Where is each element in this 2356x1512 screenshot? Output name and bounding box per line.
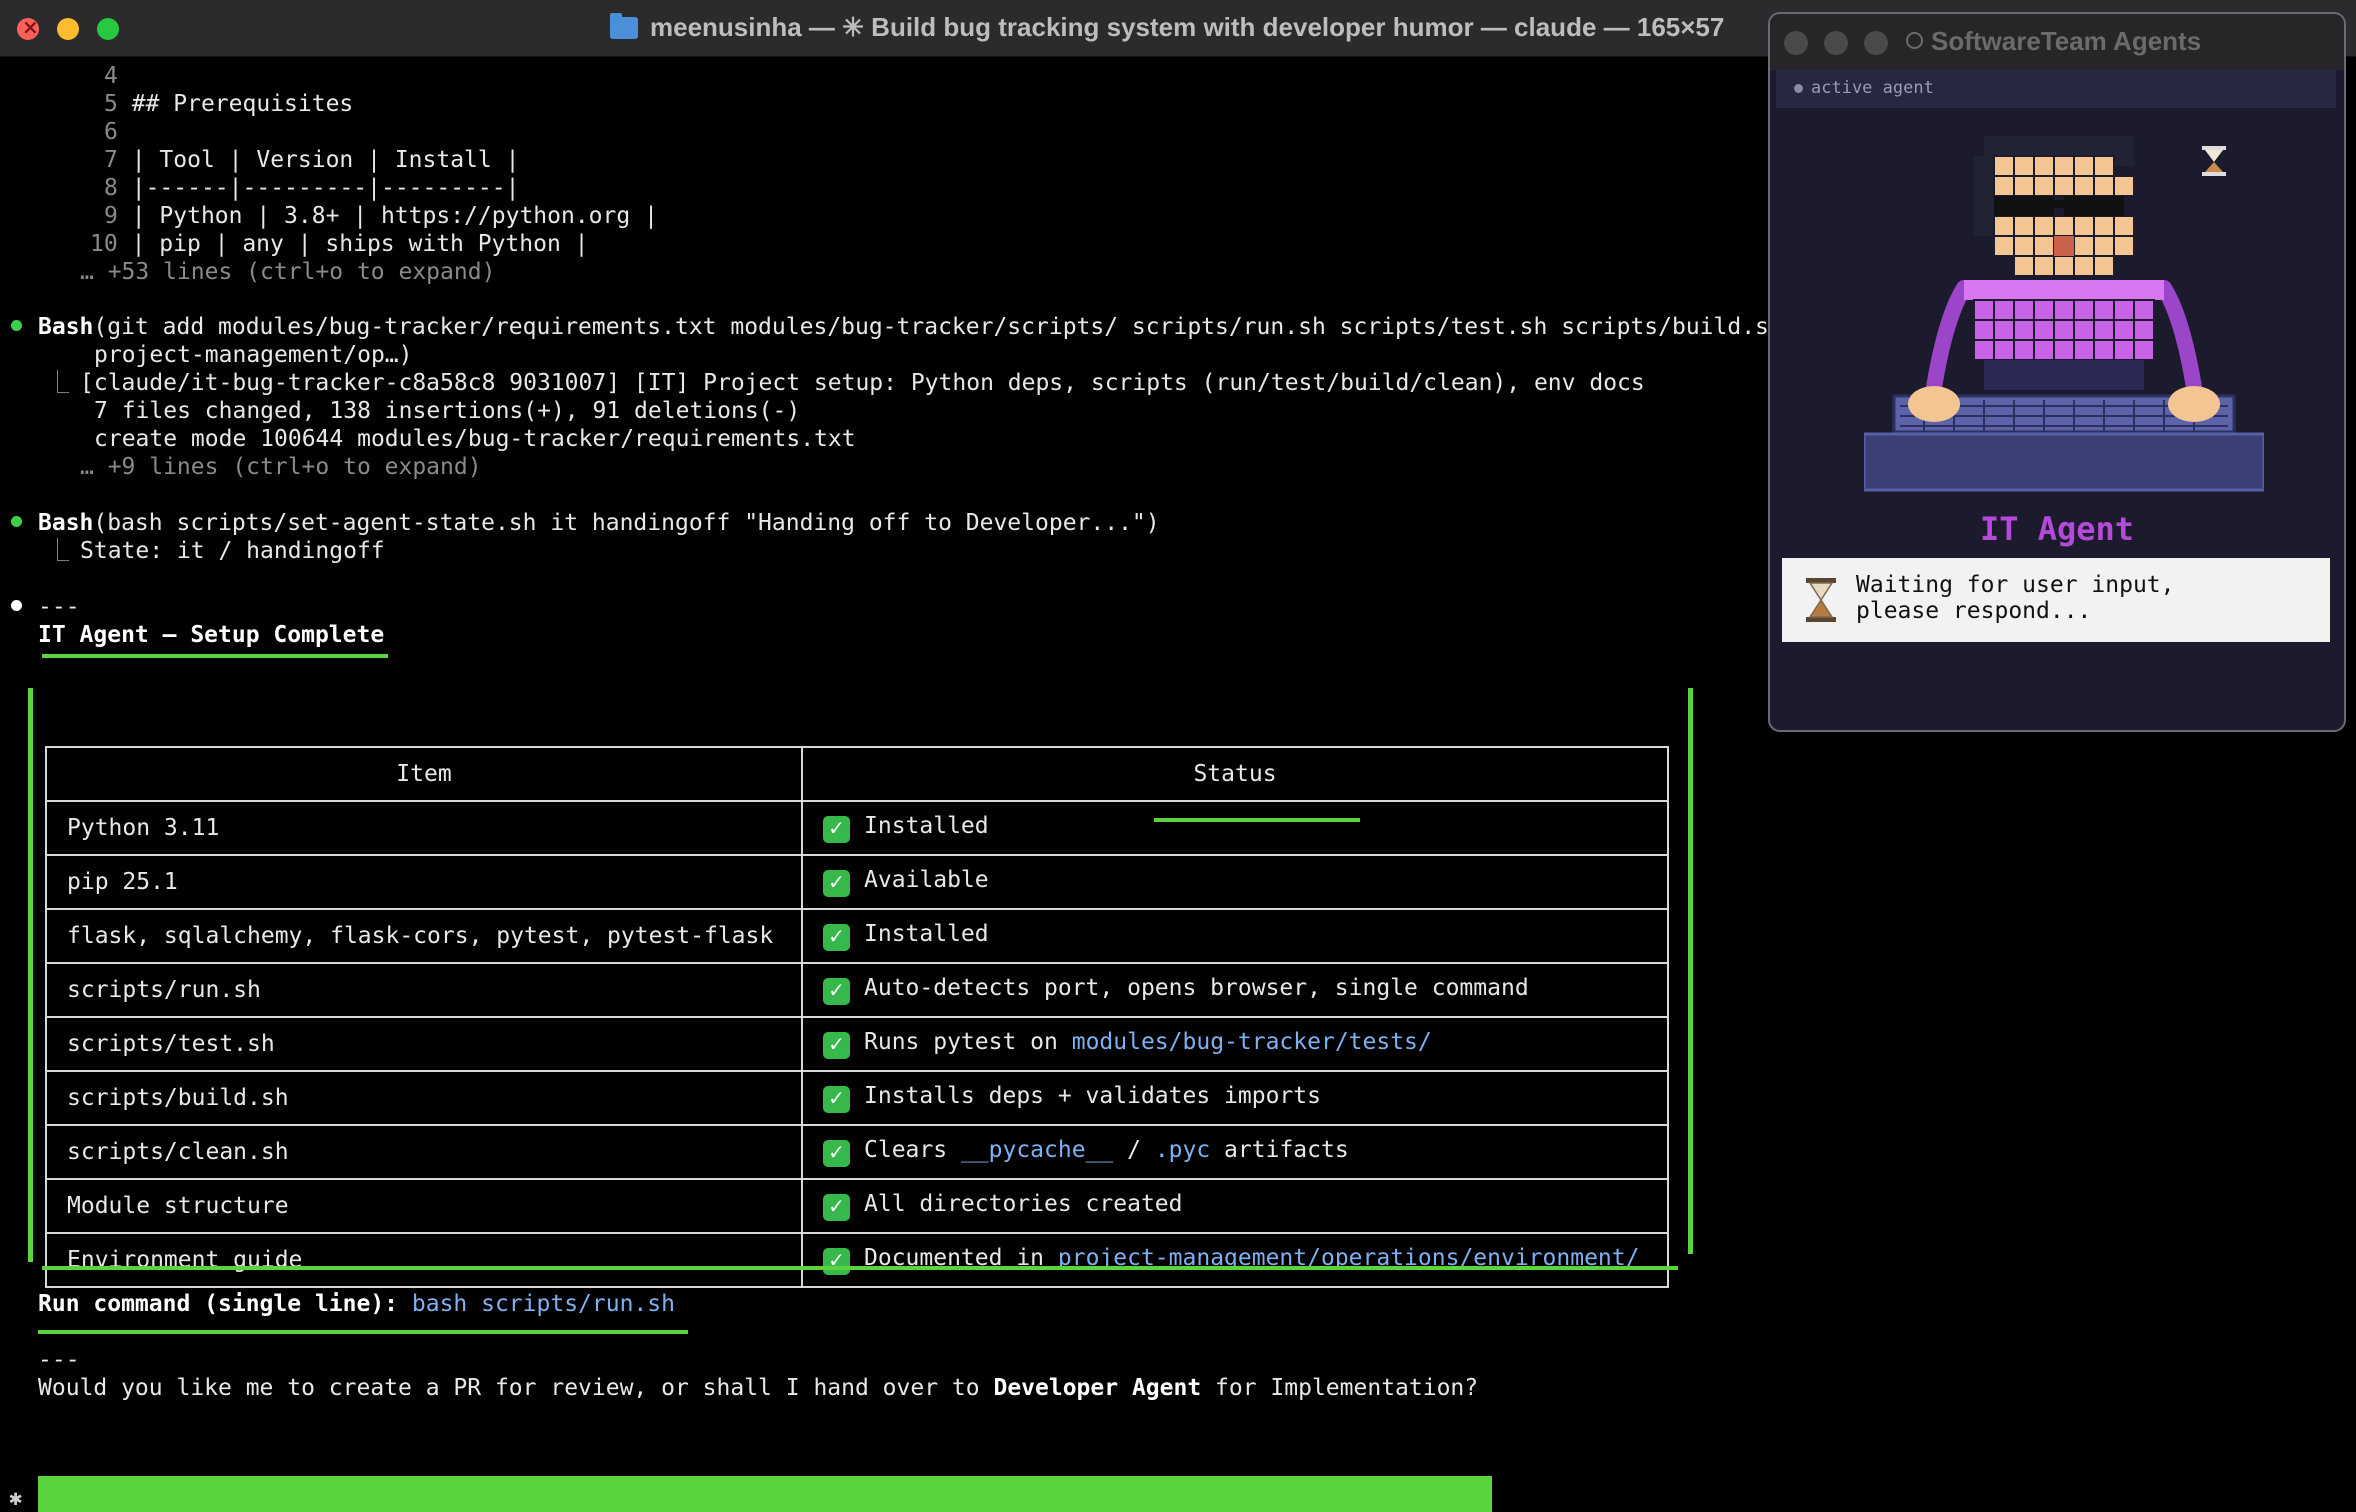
item-cell: Module structure [45,1178,803,1234]
highlight-bar-right [1688,688,1693,1254]
file-line: 5 ## Prerequisites [104,91,354,117]
table-row: scripts/test.sh ✓ Runs pytest on modules/… [45,1016,1669,1072]
tool-status-dot [11,516,22,527]
folder-icon [610,13,638,39]
bash-output: [claude/it-bug-tracker-c8a58c8 9031007] … [80,370,1645,396]
check-icon: ✓ [823,816,850,843]
item-cell: pip 25.1 [45,854,803,910]
table-row: Environment guide ✓ Documented in project… [45,1232,1669,1288]
run-command-line: Run command (single line): bash scripts/… [38,1291,675,1317]
hourglass-icon [1806,578,1836,622]
item-cell: scripts/build.sh [45,1070,803,1126]
bash-output: State: it / handingoff [80,538,385,564]
table-row: Python 3.11 ✓ Installed [45,800,1669,856]
panel-maximize-button[interactable] [1864,31,1888,55]
item-cell: flask, sqlalchemy, flask-cors, pytest, p… [45,908,803,964]
status-cell: ✓ Clears __pycache__ / .pyc artifacts [801,1124,1669,1180]
check-icon: ✓ [823,1032,850,1059]
status-cell: ✓ Auto-detects port, opens browser, singl… [801,962,1669,1018]
agent-panel-window[interactable]: SoftwareTeam Agents active agent IT Agen… [1768,12,2346,732]
check-icon: ✓ [823,870,850,897]
item-cell: scripts/clean.sh [45,1124,803,1180]
summary-heading: IT Agent — Setup Complete [38,622,385,648]
status-message-box: Waiting for user input, please respond..… [1782,558,2330,642]
item-cell: Environment guide [45,1232,803,1288]
panel-close-button[interactable] [1784,31,1808,55]
file-line: 6 [104,119,118,145]
minimize-window-button[interactable] [57,18,79,40]
status-cell: ✓ Installs deps + validates imports [801,1070,1669,1126]
bash-command: Bash(git add modules/bug-tracker/require… [38,314,1908,340]
window-title-text: meenusinha — ✳ Build bug tracking system… [650,12,1725,42]
table-row: scripts/clean.sh ✓ Clears __pycache__ / .… [45,1124,1669,1180]
output-connector: ⎿ [46,370,69,396]
prompt-input[interactable] [38,1476,1492,1512]
highlight-underline [38,1330,688,1334]
file-line: 7 | Tool | Version | Install | [104,147,520,173]
highlight-underline [42,654,388,658]
column-header-item: Item [45,746,803,802]
status-cell: ✓ Documented in project-management/operat… [801,1232,1669,1288]
table-row: pip 25.1 ✓ Available [45,854,1669,910]
expand-hint[interactable]: … +9 lines (ctrl+o to expand) [80,453,482,481]
agent-name: IT Agent [1979,510,2135,548]
horizontal-rule: --- [38,1347,80,1373]
status-cell: ✓ All directories created [801,1178,1669,1234]
status-message: Waiting for user input, please respond..… [1856,572,2175,624]
check-icon: ✓ [823,1248,850,1275]
question-line: Would you like me to create a PR for rev… [38,1375,1479,1401]
highlight-underline [1154,818,1360,822]
active-agent-bar: active agent [1776,70,2336,108]
bash-output: create mode 100644 modules/bug-tracker/r… [94,426,856,452]
bash-command-cont: project-management/op…) [94,342,413,368]
file-line: 4 [104,63,118,89]
status-cell: ✓ Runs pytest on modules/bug-tracker/test… [801,1016,1669,1072]
output-connector: ⎿ [46,538,69,564]
close-window-button[interactable] [17,15,39,40]
table-row: scripts/build.sh ✓ Installs deps + valida… [45,1070,1669,1126]
check-icon: ✓ [823,1086,850,1113]
check-icon: ✓ [823,978,850,1005]
status-cell: ✓ Available [801,854,1669,910]
agent-avatar [1864,136,2264,492]
highlight-underline [42,1266,1678,1270]
window-title: meenusinha — ✳ Build bug tracking system… [610,12,1724,43]
check-icon: ✓ [823,1140,850,1167]
status-cell: ✓ Installed [801,800,1669,856]
highlight-bar-left [28,688,33,1262]
item-cell: Python 3.11 [45,800,803,856]
item-cell: scripts/test.sh [45,1016,803,1072]
file-line: 8 |------|---------|---------| [104,175,520,201]
table-row: Module structure ✓ All directories create… [45,1178,1669,1234]
file-line: 10 | pip | any | ships with Python | [90,231,589,257]
hourglass-icon [2202,146,2226,176]
check-icon: ✓ [823,924,850,951]
table-header-row: Item Status [45,746,1669,802]
circle-icon [1906,32,1923,49]
check-icon: ✓ [823,1194,850,1221]
panel-titlebar: SoftwareTeam Agents [1770,14,2344,70]
prompt-marker: ✱ [9,1486,23,1511]
table-row: scripts/run.sh ✓ Auto-detects port, opens… [45,962,1669,1018]
expand-hint[interactable]: … +53 lines (ctrl+o to expand) [80,258,495,286]
panel-title: SoftwareTeam Agents [1906,26,2201,57]
active-agent-label: active agent [1794,78,1934,98]
horizontal-rule: --- [38,594,80,620]
column-header-status: Status [801,746,1669,802]
tool-status-dot [11,320,22,331]
bash-command: Bash(bash scripts/set-agent-state.sh it … [38,510,1160,536]
file-line: 9 | Python | 3.8+ | https://python.org | [104,203,658,229]
bash-output: 7 files changed, 138 insertions(+), 91 d… [94,398,801,424]
status-cell: ✓ Installed [801,908,1669,964]
panel-minimize-button[interactable] [1824,31,1848,55]
maximize-window-button[interactable] [97,18,119,40]
table-row: flask, sqlalchemy, flask-cors, pytest, p… [45,908,1669,964]
message-dot [11,600,22,611]
status-table: Item Status Python 3.11 ✓ Installed pip 2… [45,746,1669,1288]
item-cell: scripts/run.sh [45,962,803,1018]
